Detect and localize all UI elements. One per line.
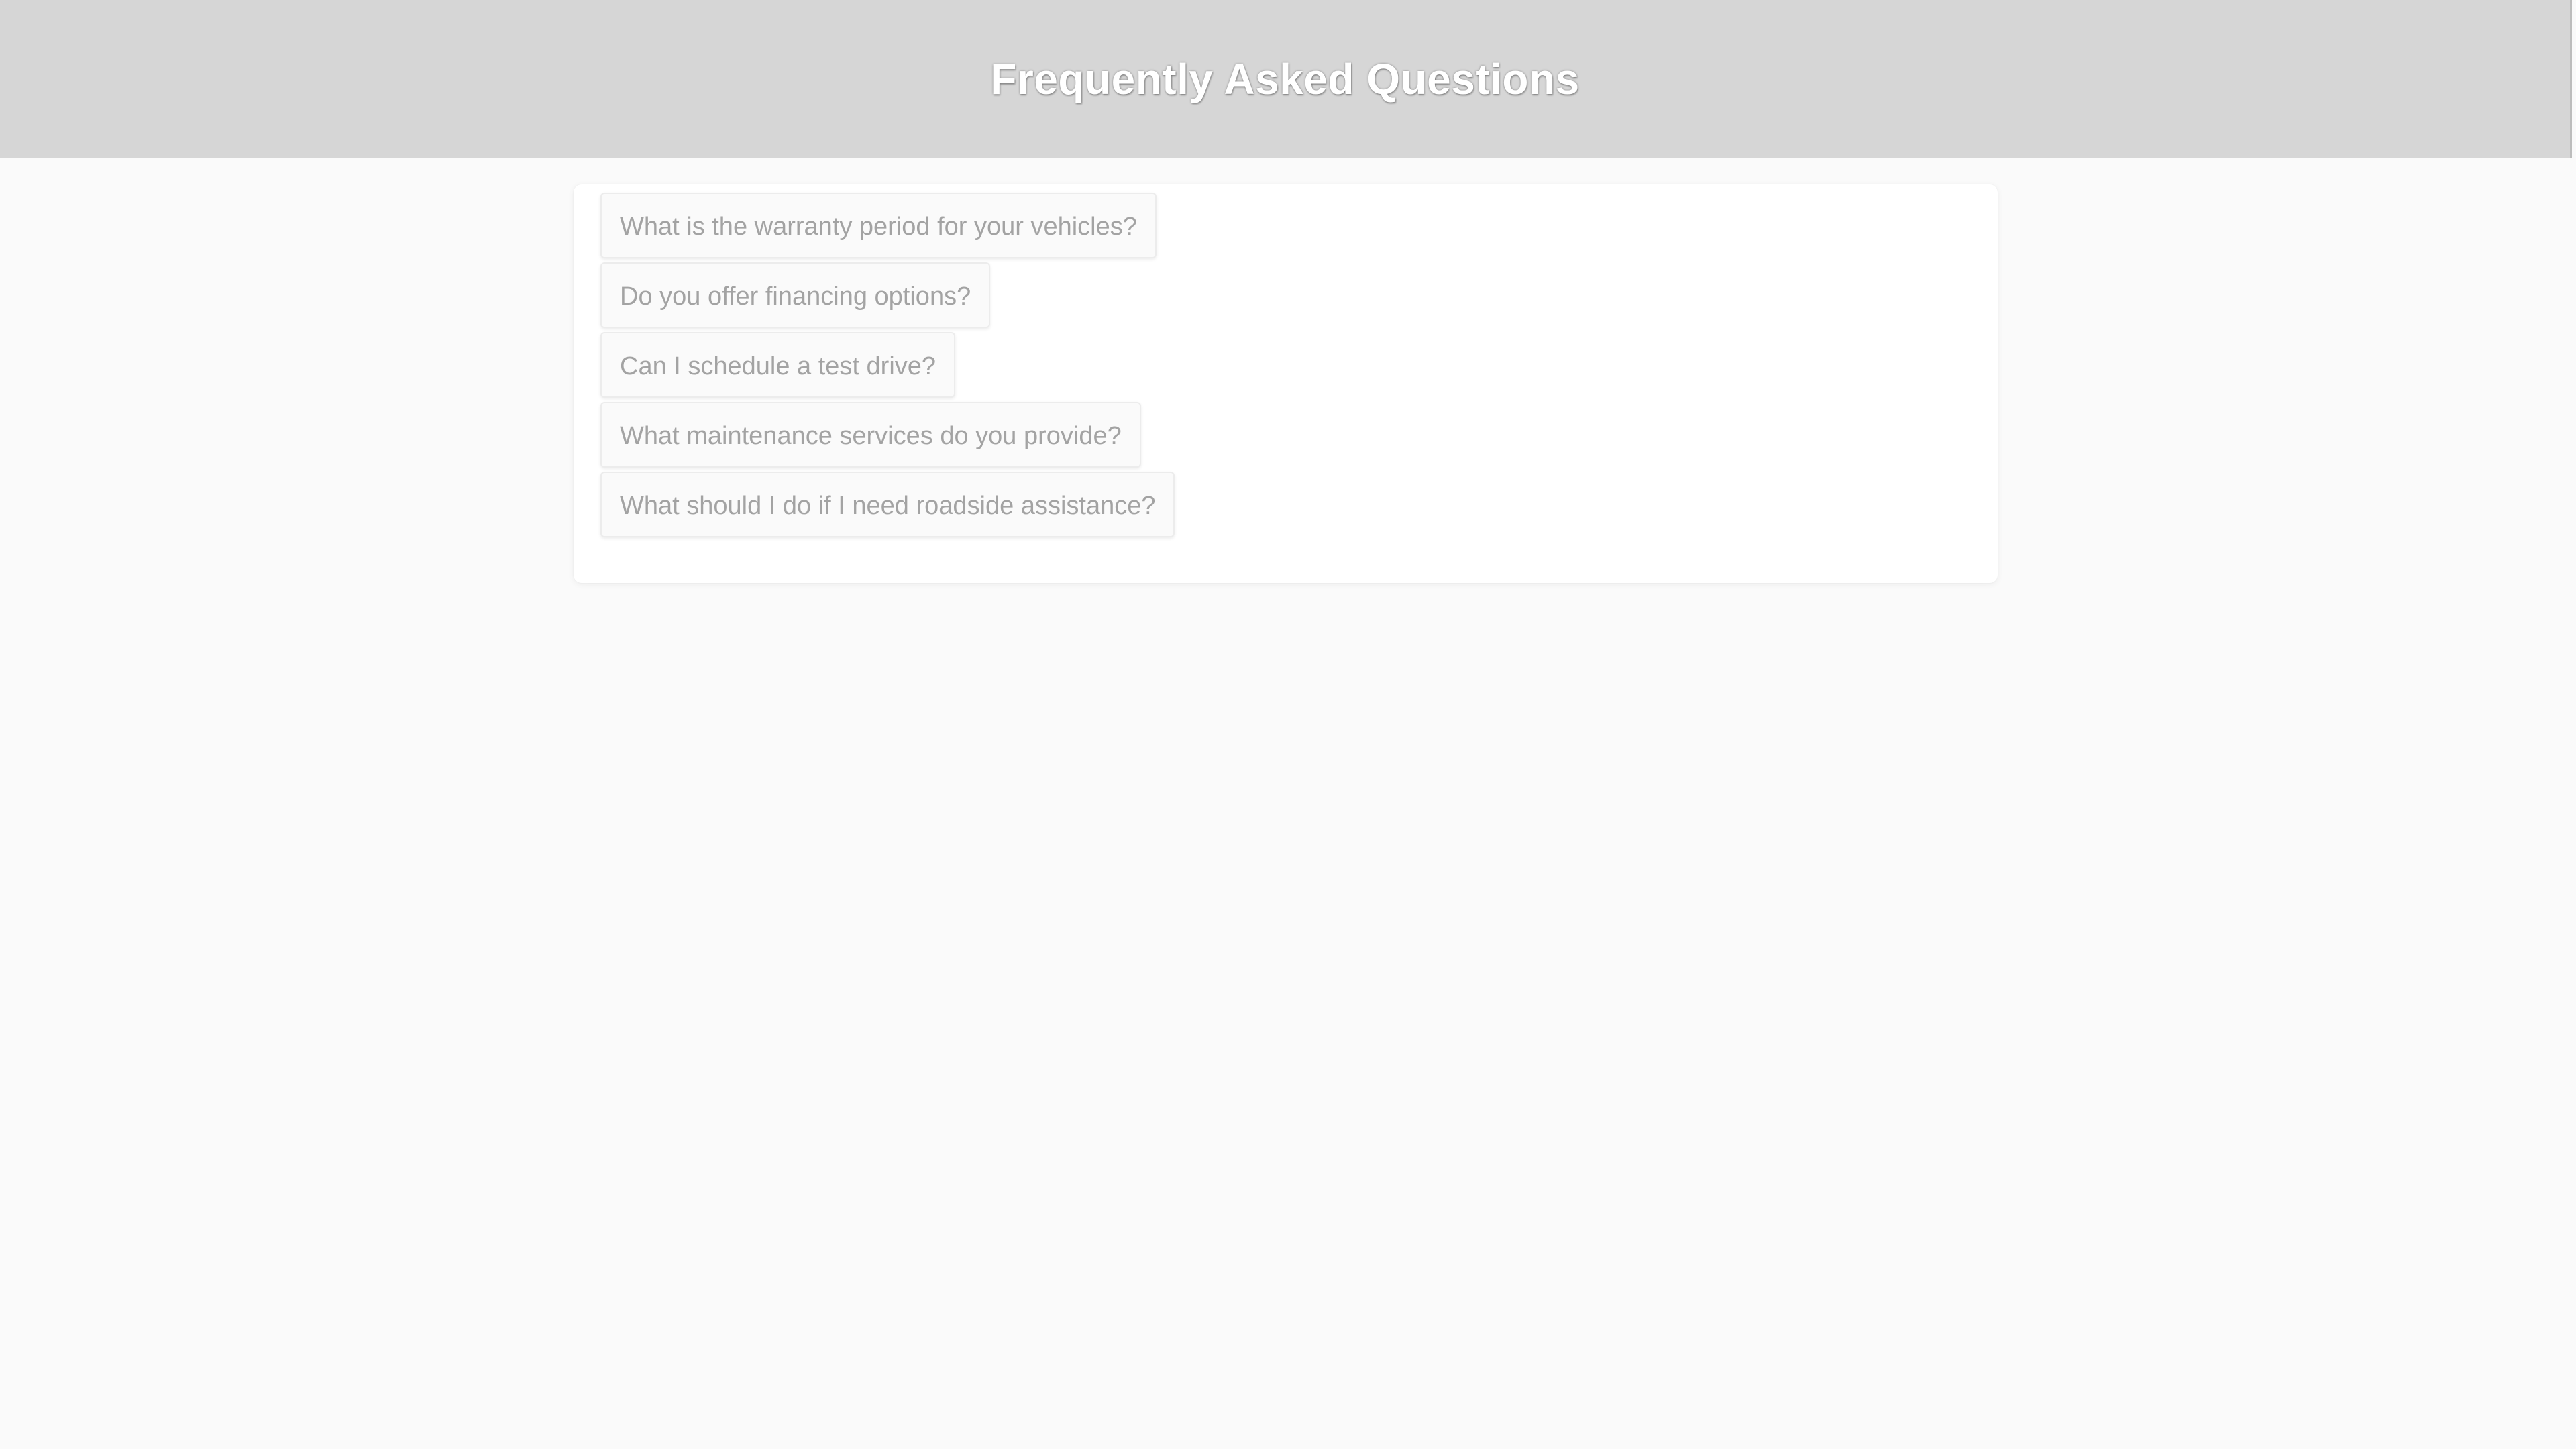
faq-question-warranty[interactable]: What is the warranty period for your veh… — [600, 193, 1157, 258]
faq-question-financing[interactable]: Do you offer financing options? — [600, 262, 991, 328]
faq-list: What is the warranty period for your veh… — [600, 193, 1175, 537]
faq-question-roadside[interactable]: What should I do if I need roadside assi… — [600, 472, 1175, 537]
page-header: Frequently Asked Questions — [0, 0, 2572, 158]
faq-question-test-drive[interactable]: Can I schedule a test drive? — [600, 332, 956, 398]
faq-question-maintenance[interactable]: What maintenance services do you provide… — [600, 402, 1141, 468]
faq-container: What is the warranty period for your veh… — [574, 184, 1998, 583]
page-title: Frequently Asked Questions — [990, 55, 1580, 103]
